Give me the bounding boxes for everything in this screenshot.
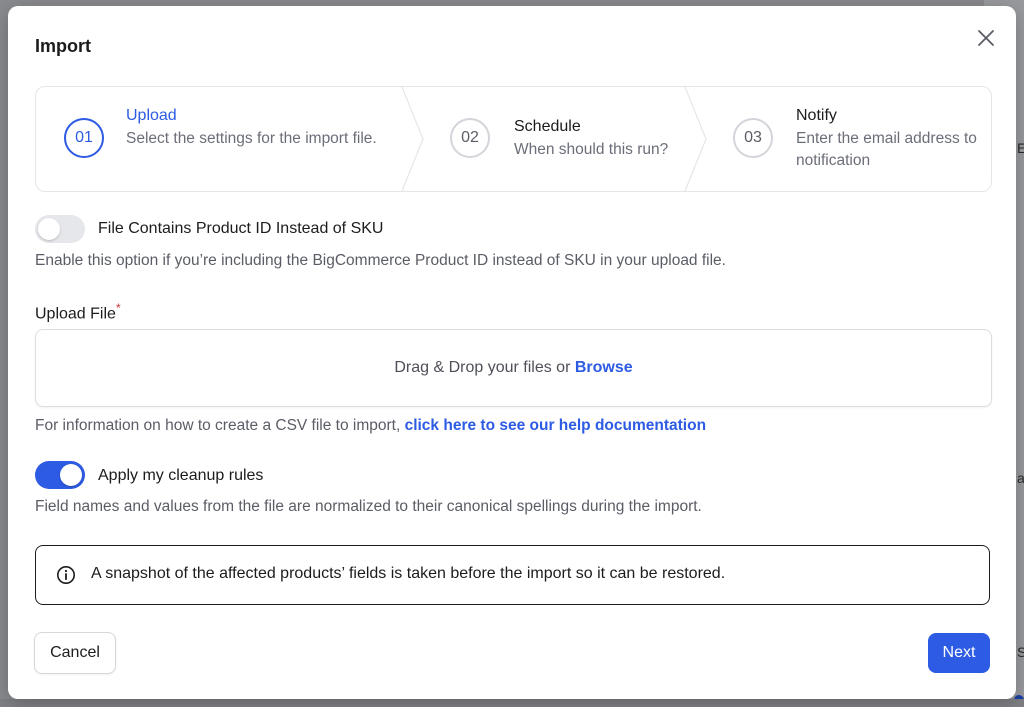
help-documentation-link[interactable]: click here to see our help documentation (405, 417, 706, 434)
background-footer (0, 699, 1024, 707)
step-title: Schedule (514, 118, 581, 135)
step-description: When should this run? (514, 141, 669, 158)
product-id-label: File Contains Product ID Instead of SKU (98, 220, 384, 237)
next-button[interactable]: Next (928, 633, 990, 673)
step-number: 03 (733, 118, 773, 158)
toggle-knob (60, 464, 82, 486)
step-number: 02 (450, 118, 490, 158)
step-description: Select the settings for the import file. (126, 130, 377, 147)
step-number: 01 (64, 118, 104, 158)
modal-title: Import (35, 36, 91, 56)
csv-help: For information on how to create a CSV f… (35, 417, 706, 435)
step-title: Notify (796, 107, 837, 124)
csv-help-text: For information on how to create a CSV f… (35, 417, 405, 434)
background-text: E (1017, 140, 1024, 156)
required-indicator: * (115, 301, 121, 315)
cleanup-rules-help: Field names and values from the file are… (35, 498, 702, 515)
step-title: Upload (126, 107, 177, 124)
toggle-knob (38, 218, 60, 240)
file-dropzone[interactable]: Drag & Drop your files or Browse (35, 329, 992, 407)
step-description: Enter the email address to notification (796, 130, 977, 169)
import-stepper: 01 Upload Select the settings for the im… (35, 86, 992, 192)
upload-file-label: Upload File* (35, 301, 121, 323)
cleanup-rules-label: Apply my cleanup rules (98, 467, 264, 484)
product-id-toggle[interactable] (35, 215, 85, 243)
import-modal: Import 01 Upload Select the settings for… (8, 6, 1016, 699)
close-button[interactable] (974, 26, 998, 50)
step-upload[interactable]: 01 Upload Select the settings for the im… (36, 87, 406, 191)
step-separator (401, 87, 424, 191)
snapshot-info-banner: A snapshot of the affected products’ fie… (35, 545, 990, 605)
browse-link[interactable]: Browse (575, 359, 633, 377)
upload-file-label-text: Upload File (35, 305, 116, 323)
info-icon (57, 566, 75, 584)
background-text: S (1017, 644, 1024, 660)
background-text: a (1017, 470, 1024, 486)
step-schedule[interactable]: 02 Schedule When should this run? (426, 87, 686, 191)
close-icon (978, 30, 994, 46)
product-id-help: Enable this option if you’re including t… (35, 252, 726, 269)
step-notify[interactable]: 03 Notify Enter the email address to not… (709, 87, 991, 191)
dropzone-text: Drag & Drop your files or (394, 359, 575, 376)
cancel-button[interactable]: Cancel (34, 632, 116, 674)
step-separator (684, 87, 707, 191)
cleanup-rules-toggle[interactable] (35, 461, 85, 489)
snapshot-info-text: A snapshot of the affected products’ fie… (91, 565, 726, 582)
